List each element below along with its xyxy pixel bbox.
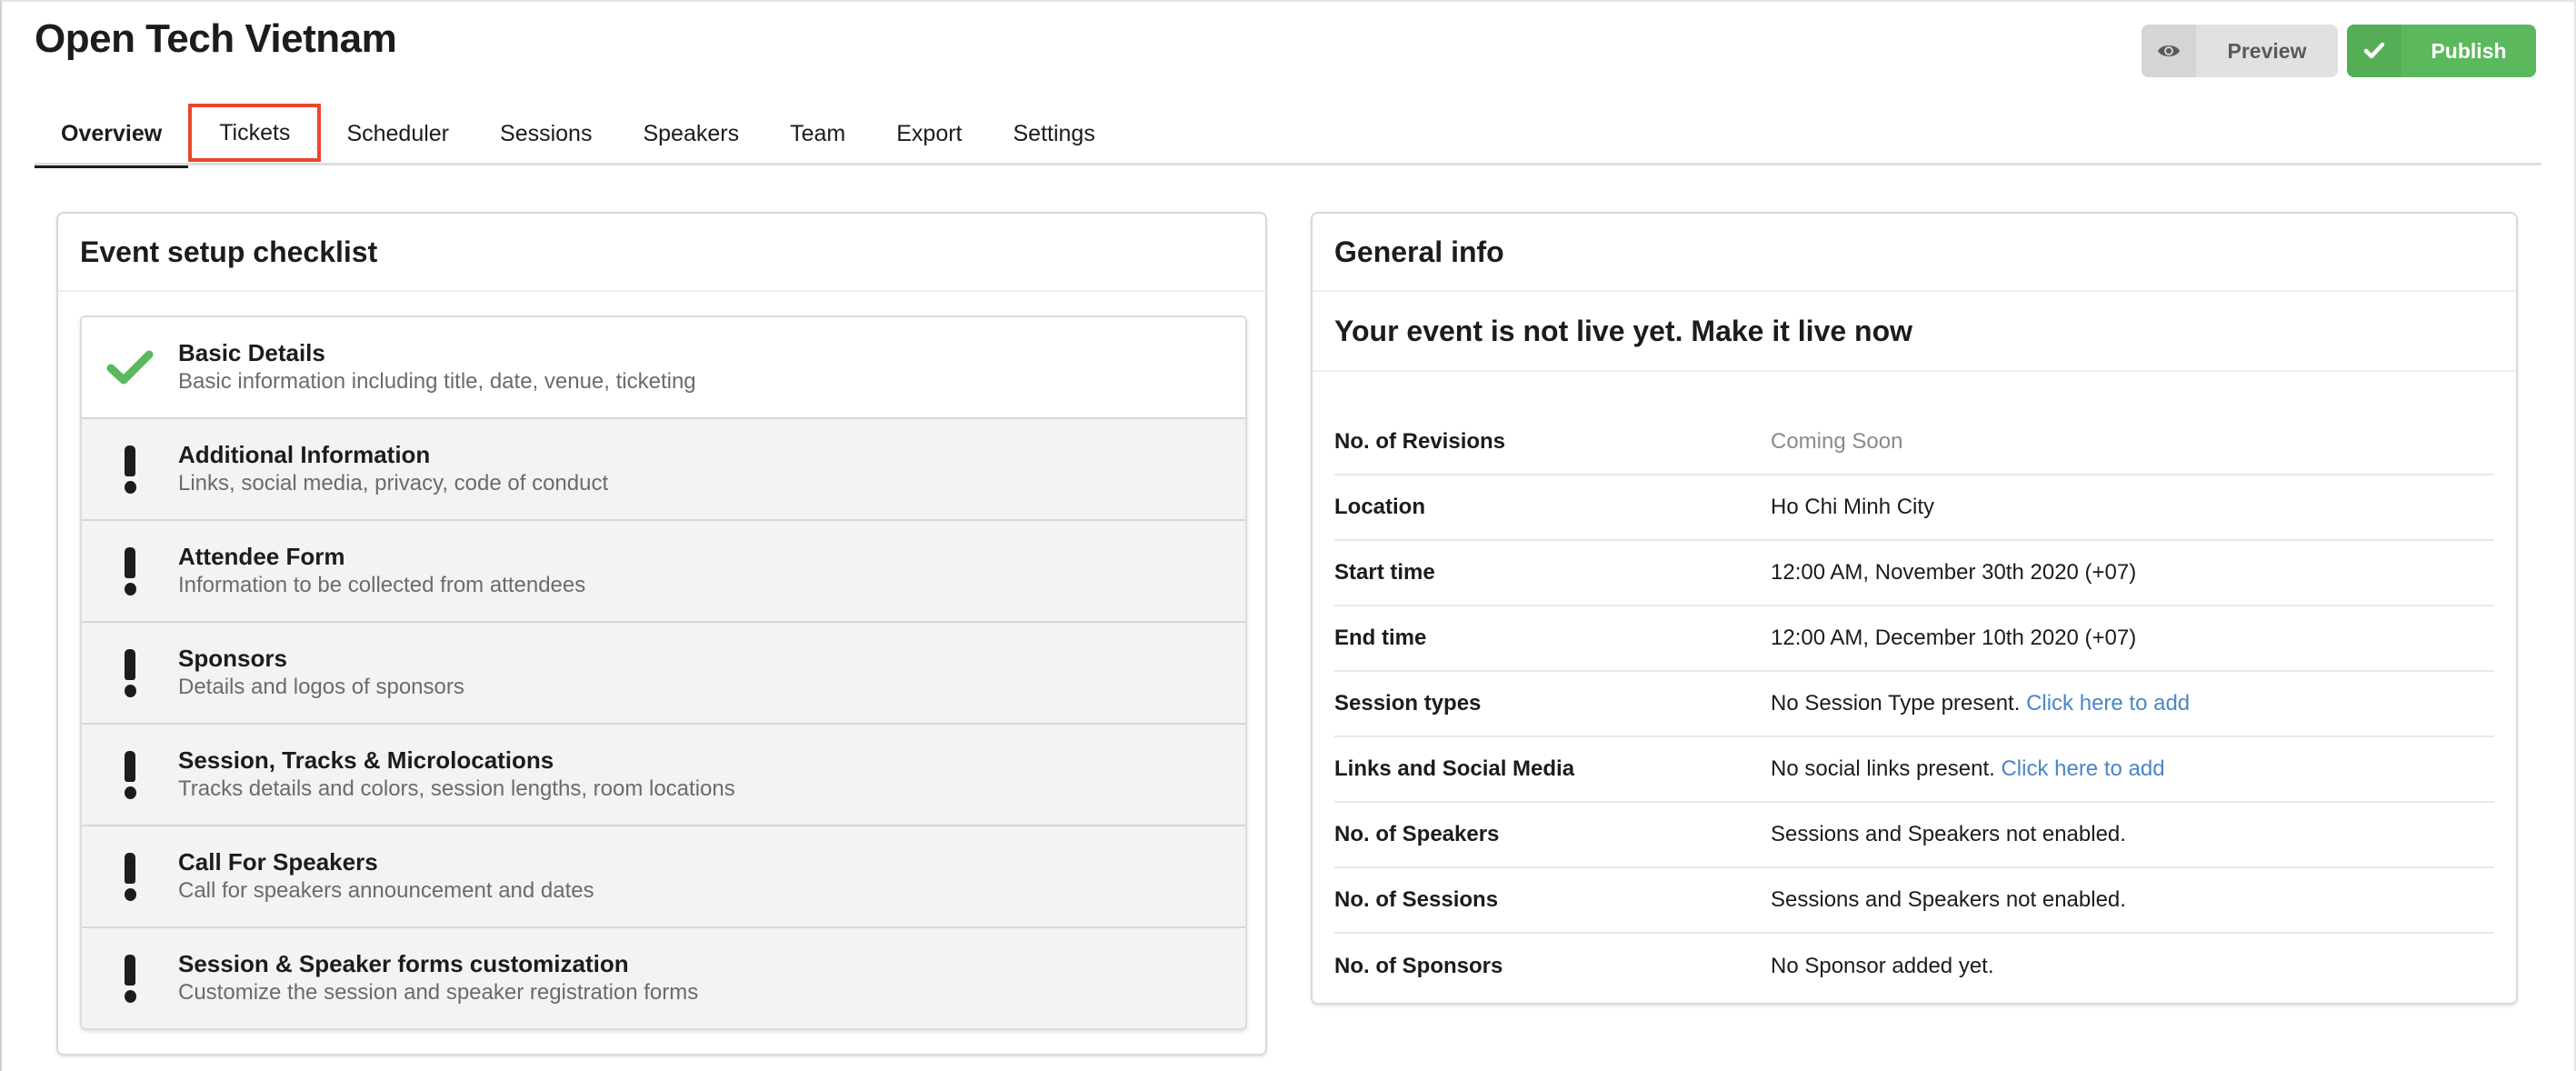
exclamation-icon (82, 954, 178, 1003)
info-row-location: Location Ho Chi Minh City (1334, 475, 2494, 541)
info-value: No social links present. (1771, 756, 1995, 781)
checklist-item-title: Attendee Form (178, 543, 345, 570)
checklist-item-desc: Customize the session and speaker regist… (178, 980, 699, 1005)
info-value: 12:00 AM, December 10th 2020 (+07) (1771, 626, 2137, 650)
info-label: No. of Sessions (1334, 887, 1499, 912)
publish-label: Publish (2431, 38, 2507, 63)
tab-speakers[interactable]: Speakers (617, 102, 764, 165)
preview-label: Preview (2227, 38, 2307, 63)
info-row-session-types: Session types No Session Type present. C… (1334, 672, 2494, 737)
exclamation-icon (82, 852, 178, 901)
add-social-links-link[interactable]: Click here to add (2001, 756, 2164, 781)
checklist-item-desc: Details and logos of sponsors (178, 675, 464, 699)
info-value-wrap: No Session Type present. Click here to a… (1771, 691, 2190, 716)
info-label: No. of Sponsors (1334, 954, 1503, 978)
info-value-wrap: No social links present. Click here to a… (1771, 756, 2165, 782)
info-label: Links and Social Media (1334, 756, 1575, 781)
info-label: Start time (1334, 560, 1435, 585)
tab-bar: Overview Tickets Scheduler Sessions Spea… (35, 102, 2541, 168)
tab-settings[interactable]: Settings (988, 102, 1121, 165)
checklist-item-desc: Tracks details and colors, session lengt… (178, 776, 735, 801)
info-value: No Session Type present. (1771, 691, 2021, 716)
info-label: Location (1334, 495, 1425, 519)
info-row-end-time: End time 12:00 AM, December 10th 2020 (+… (1334, 606, 2494, 672)
tab-team[interactable]: Team (764, 102, 871, 165)
header-actions: Preview Publish (2142, 25, 2536, 77)
checklist: Basic Details Basic information includin… (80, 315, 1247, 1030)
info-value: Sessions and Speakers not enabled. (1771, 822, 2126, 846)
tab-export[interactable]: Export (871, 102, 987, 165)
exclamation-icon (82, 648, 178, 697)
checklist-item-attendee-form[interactable]: Attendee Form Information to be collecte… (82, 519, 1245, 621)
checklist-item-title: Session & Speaker forms customization (178, 950, 629, 977)
info-row-social-links: Links and Social Media No social links p… (1334, 737, 2494, 803)
info-value: Coming Soon (1771, 429, 1903, 454)
checklist-item-desc: Information to be collected from attende… (178, 573, 586, 597)
general-info-table: No. of Revisions Coming Soon Location Ho… (1334, 410, 2494, 999)
general-info-title: General info (1313, 214, 2516, 292)
info-row-start-time: Start time 12:00 AM, November 30th 2020 … (1334, 541, 2494, 606)
info-value: No Sponsor added yet. (1771, 954, 1994, 978)
checklist-item-additional-information[interactable]: Additional Information Links, social med… (82, 417, 1245, 519)
info-row-revisions: No. of Revisions Coming Soon (1334, 410, 2494, 475)
info-value: Sessions and Speakers not enabled. (1771, 887, 2126, 912)
checklist-item-title: Sponsors (178, 645, 287, 672)
info-value: 12:00 AM, November 30th 2020 (+07) (1771, 560, 2137, 585)
tab-scheduler[interactable]: Scheduler (321, 102, 474, 165)
event-live-status: Your event is not live yet. Make it live… (1313, 292, 2516, 372)
checklist-item-desc: Links, social media, privacy, code of co… (178, 471, 609, 495)
publish-button[interactable]: Publish (2347, 25, 2536, 77)
info-row-sessions: No. of Sessions Sessions and Speakers no… (1334, 868, 2494, 934)
info-label: End time (1334, 626, 1427, 650)
info-label: No. of Speakers (1334, 822, 1500, 846)
info-label: No. of Revisions (1334, 429, 1506, 454)
exclamation-icon (82, 546, 178, 596)
eye-icon (2142, 25, 2196, 77)
tab-tickets[interactable]: Tickets (188, 104, 322, 162)
checklist-item-title: Session, Tracks & Microlocations (178, 746, 554, 774)
preview-button[interactable]: Preview (2142, 25, 2338, 77)
checklist-item-title: Basic Details (178, 339, 325, 366)
checklist-item-sponsors[interactable]: Sponsors Details and logos of sponsors (82, 621, 1245, 723)
tab-sessions[interactable]: Sessions (474, 102, 617, 165)
exclamation-icon (82, 750, 178, 799)
checklist-item-desc: Basic information including title, date,… (178, 369, 696, 394)
checklist-item-basic-details[interactable]: Basic Details Basic information includin… (82, 317, 1245, 417)
tab-overview[interactable]: Overview (35, 102, 189, 168)
info-row-sponsors: No. of Sponsors No Sponsor added yet. (1334, 934, 2494, 999)
checklist-title: Event setup checklist (58, 214, 1265, 292)
add-session-type-link[interactable]: Click here to add (2026, 691, 2190, 716)
checklist-item-desc: Call for speakers announcement and dates (178, 878, 594, 903)
info-label: Session types (1334, 691, 1482, 716)
checkmark-icon (2347, 25, 2401, 77)
info-row-speakers: No. of Speakers Sessions and Speakers no… (1334, 803, 2494, 868)
checklist-item-forms-customization[interactable]: Session & Speaker forms customization Cu… (82, 926, 1245, 1028)
exclamation-icon (82, 445, 178, 494)
general-info-card: General info Your event is not live yet.… (1311, 212, 2518, 1005)
checklist-item-title: Additional Information (178, 441, 431, 468)
checklist-item-call-for-speakers[interactable]: Call For Speakers Call for speakers anno… (82, 825, 1245, 926)
page-title: Open Tech Vietnam (35, 16, 397, 61)
checkmark-icon (82, 349, 178, 385)
checklist-item-session-tracks[interactable]: Session, Tracks & Microlocations Tracks … (82, 723, 1245, 825)
checklist-item-title: Call For Speakers (178, 848, 378, 876)
event-setup-checklist-card: Event setup checklist Basic Details Basi… (56, 212, 1267, 1056)
info-value: Ho Chi Minh City (1771, 495, 1935, 519)
